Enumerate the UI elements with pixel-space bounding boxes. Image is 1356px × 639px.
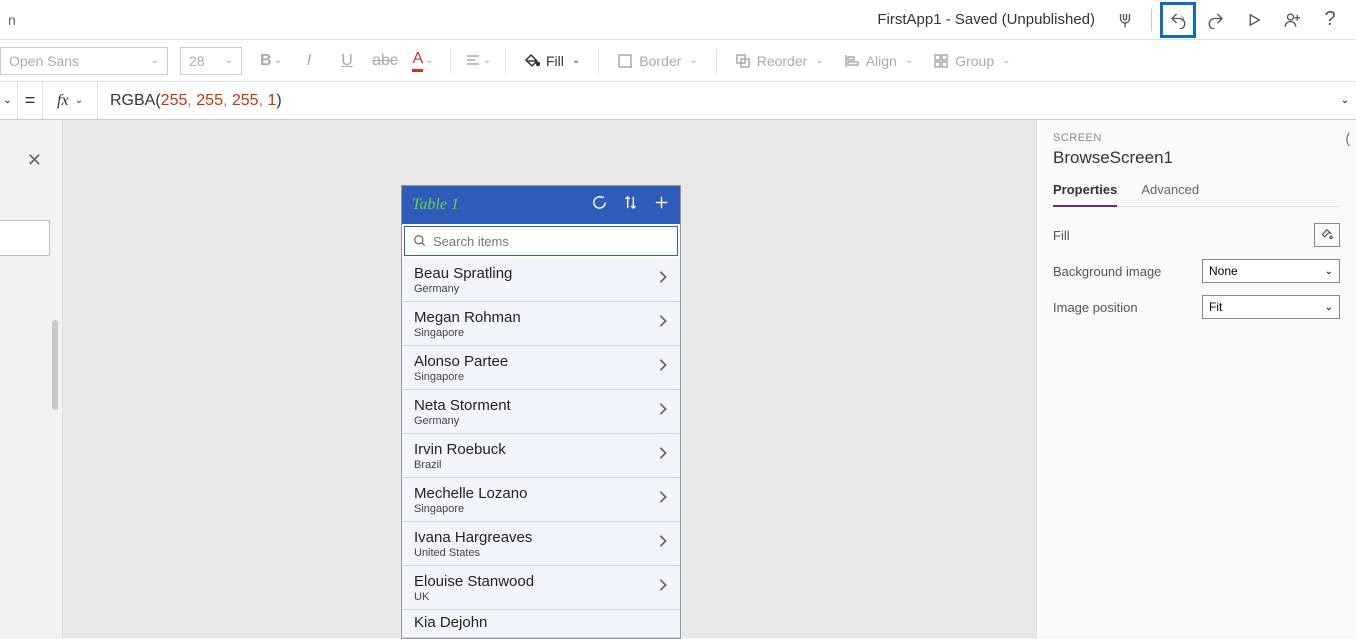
property-dropdown[interactable]: ⌄ [0, 82, 18, 119]
titlebar-left: n [0, 12, 80, 28]
canvas[interactable]: Table 1 Beau SpratlingGermany Megan Rohm… [63, 120, 1036, 638]
scrollbar[interactable] [52, 320, 58, 410]
imgpos-dropdown[interactable]: Fit⌄ [1202, 295, 1340, 319]
bgimage-dropdown[interactable]: None⌄ [1202, 259, 1340, 283]
fill-color-swatch[interactable] [1314, 223, 1340, 247]
strikethrough-button[interactable]: abc [368, 46, 402, 76]
font-color-button[interactable]: A⌄ [406, 46, 440, 76]
list-item[interactable]: Beau SpratlingGermany [402, 258, 680, 302]
share-button[interactable] [1274, 2, 1310, 38]
app-preview[interactable]: Table 1 Beau SpratlingGermany Megan Rohm… [401, 185, 681, 639]
list-item[interactable]: Elouise StanwoodUK [402, 566, 680, 610]
chevron-right-icon [658, 402, 668, 421]
expand-formula-icon[interactable]: ⌄ [1332, 95, 1356, 106]
bold-button[interactable]: B⌄ [254, 46, 288, 76]
app-title: Table 1 [412, 196, 459, 214]
bgimage-property-label: Background image [1053, 264, 1161, 279]
list-item[interactable]: Kia Dejohn [402, 610, 680, 638]
underline-button[interactable]: U [330, 46, 364, 76]
fill-property-label: Fill [1053, 228, 1070, 243]
group-button[interactable]: Group⌄ [925, 46, 1018, 76]
left-panel-field[interactable] [0, 220, 50, 256]
search-box[interactable] [404, 226, 678, 256]
chevron-right-icon [658, 446, 668, 465]
chevron-right-icon [658, 578, 668, 597]
help-icon[interactable]: ? [1312, 2, 1348, 38]
chevron-right-icon [658, 534, 668, 553]
fill-button[interactable]: Fill⌄ [516, 46, 588, 76]
list-item[interactable]: Neta StormentGermany [402, 390, 680, 434]
chevron-right-icon [658, 270, 668, 289]
chevron-right-icon [658, 314, 668, 333]
imgpos-property-label: Image position [1053, 300, 1138, 315]
app-checker-icon[interactable] [1107, 2, 1143, 38]
refresh-icon[interactable] [591, 194, 608, 216]
text-align-button[interactable]: ⌄ [461, 46, 495, 76]
equals-sign: = [18, 90, 42, 111]
info-icon[interactable]: ( [1345, 130, 1350, 146]
screen-name: BrowseScreen1 [1053, 148, 1340, 168]
redo-button[interactable] [1198, 2, 1234, 38]
app-title: FirstApp1 - Saved (Unpublished) [80, 11, 1107, 28]
chevron-right-icon [658, 358, 668, 377]
formula-input[interactable]: RGBA(255, 255, 255, 1) [98, 82, 1332, 119]
align-button[interactable]: Align⌄ [836, 46, 922, 76]
border-button[interactable]: Border⌄ [609, 46, 705, 76]
app-header: Table 1 [402, 186, 680, 224]
italic-button[interactable]: I [292, 46, 326, 76]
sort-icon[interactable] [622, 194, 639, 216]
play-button[interactable] [1236, 2, 1272, 38]
chevron-right-icon [658, 490, 668, 509]
search-icon [413, 234, 427, 248]
list-item[interactable]: Alonso ParteeSingapore [402, 346, 680, 390]
undo-button[interactable] [1160, 2, 1196, 38]
list-item[interactable]: Ivana HargreavesUnited States [402, 522, 680, 566]
tab-properties[interactable]: Properties [1053, 182, 1117, 207]
font-size-dropdown[interactable]: 28⌄ [180, 47, 242, 75]
list-item[interactable]: Megan RohmanSingapore [402, 302, 680, 346]
list-item[interactable]: Irvin RoebuckBrazil [402, 434, 680, 478]
list-item[interactable]: Mechelle LozanoSingapore [402, 478, 680, 522]
tab-advanced[interactable]: Advanced [1141, 182, 1199, 206]
close-icon[interactable]: ✕ [27, 150, 42, 171]
font-family-dropdown[interactable]: Open Sans⌄ [0, 47, 168, 75]
reorder-button[interactable]: Reorder⌄ [727, 46, 832, 76]
search-input[interactable] [433, 234, 669, 249]
panel-kind: SCREEN [1053, 132, 1340, 144]
add-icon[interactable] [653, 194, 670, 216]
fx-button[interactable]: fx ⌄ [42, 82, 98, 119]
